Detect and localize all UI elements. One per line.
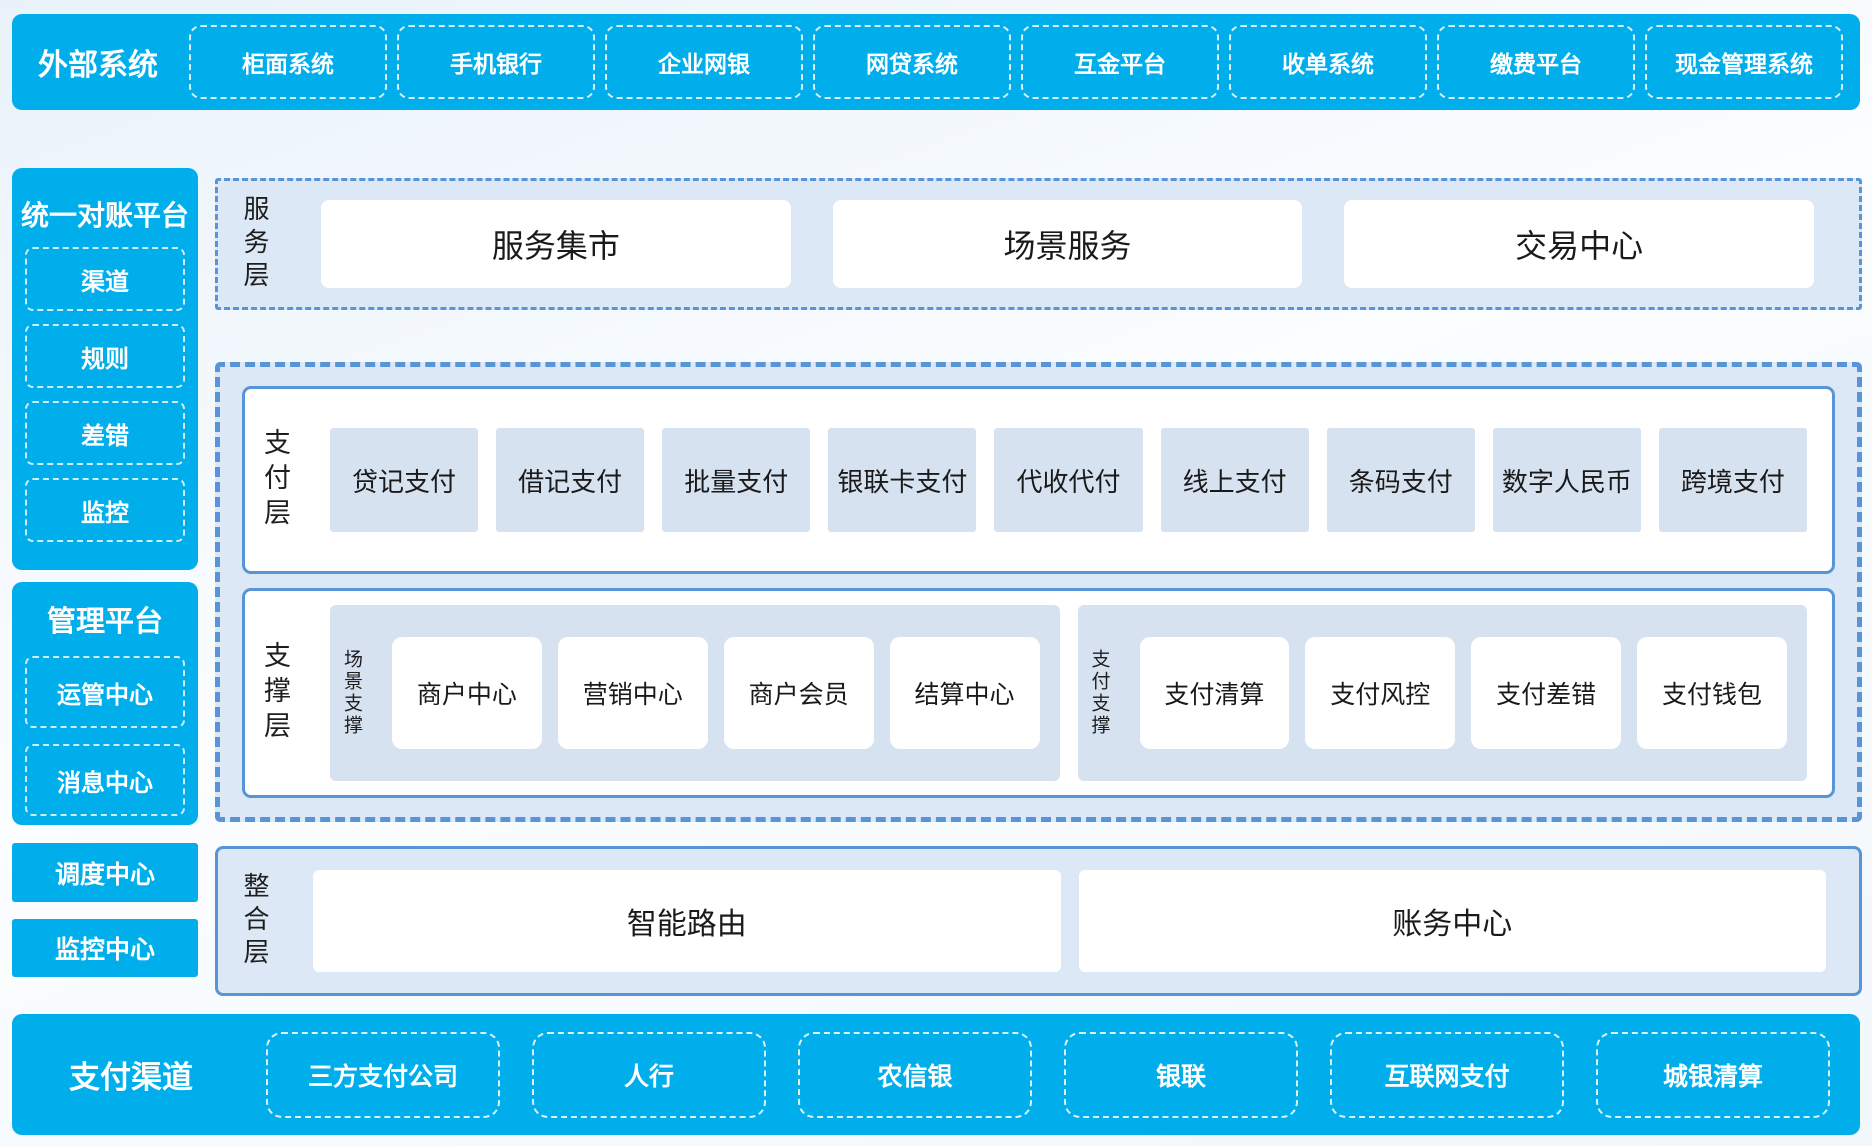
channel-city-bank-clearing: 城银清算: [1596, 1032, 1830, 1118]
channel-internet-payment: 互联网支付: [1330, 1032, 1564, 1118]
management-platform-panel: 管理平台 运管中心 消息中心: [12, 582, 198, 825]
payment-support-group: 支付支撑 支付清算 支付风控 支付差错 支付钱包: [1078, 605, 1808, 781]
support-item-marketing-center: 营销中心: [558, 637, 708, 749]
integration-layer: 整合层 智能路由 账务中心: [215, 846, 1862, 996]
payment-item-online: 线上支付: [1161, 428, 1309, 532]
service-layer: 服务层 服务集市 场景服务 交易中心: [215, 178, 1862, 310]
external-system-cash-management: 现金管理系统: [1645, 25, 1843, 99]
support-item-merchant-membership: 商户会员: [724, 637, 874, 749]
service-item-service-market: 服务集市: [321, 200, 791, 288]
support-item-payment-wallet: 支付钱包: [1637, 637, 1787, 749]
external-system-internet-finance: 互金平台: [1021, 25, 1219, 99]
external-system-fee-payment: 缴费平台: [1437, 25, 1635, 99]
integration-layer-label: 整合层: [242, 872, 304, 971]
external-system-corporate-ebank: 企业网银: [605, 25, 803, 99]
service-item-scenario-services: 场景服务: [833, 200, 1303, 288]
support-item-payment-errors: 支付差错: [1471, 637, 1621, 749]
payment-layer-label: 支付层: [261, 428, 321, 533]
scenario-support-group: 场景支撑 商户中心 营销中心 商户会员 结算中心: [330, 605, 1060, 781]
management-item-operations-center: 运管中心: [25, 656, 185, 728]
payment-item-debit: 借记支付: [496, 428, 644, 532]
management-platform-title: 管理平台: [12, 598, 198, 640]
channel-rural-credit-bank: 农信银: [798, 1032, 1032, 1118]
reconciliation-platform-title: 统一对账平台: [12, 194, 198, 234]
payment-support-label: 支付支撑: [1090, 649, 1132, 737]
channel-third-party-payment: 三方支付公司: [266, 1032, 500, 1118]
dispatch-center-box: 调度中心: [12, 843, 198, 902]
payment-item-unionpay-card: 银联卡支付: [828, 428, 976, 532]
service-item-transaction-center: 交易中心: [1344, 200, 1814, 288]
reconciliation-item-errors: 差错: [25, 401, 185, 465]
external-system-acquiring: 收单系统: [1229, 25, 1427, 99]
external-system-online-loan: 网贷系统: [813, 25, 1011, 99]
integration-item-accounting-center: 账务中心: [1079, 870, 1827, 972]
external-system-mobile-banking: 手机银行: [397, 25, 595, 99]
external-system-counter: 柜面系统: [189, 25, 387, 99]
external-systems-title: 外部系统: [12, 40, 184, 84]
management-item-message-center: 消息中心: [25, 744, 185, 816]
support-item-settlement-center: 结算中心: [890, 637, 1040, 749]
support-item-payment-risk-control: 支付风控: [1305, 637, 1455, 749]
payment-channels-bar: 支付渠道 三方支付公司 人行 农信银 银联 互联网支付 城银清算: [12, 1014, 1860, 1135]
payment-item-cross-border: 跨境支付: [1659, 428, 1807, 532]
payment-item-credit: 贷记支付: [330, 428, 478, 532]
support-layer-label: 支撑层: [261, 641, 321, 746]
monitoring-center-box: 监控中心: [12, 919, 198, 977]
payment-item-barcode: 条码支付: [1327, 428, 1475, 532]
reconciliation-item-monitoring: 监控: [25, 478, 185, 542]
integration-item-smart-routing: 智能路由: [313, 870, 1061, 972]
payment-item-batch: 批量支付: [662, 428, 810, 532]
scenario-support-label: 场景支撑: [342, 649, 384, 737]
payment-item-digital-rmb: 数字人民币: [1493, 428, 1641, 532]
reconciliation-item-rules: 规则: [25, 324, 185, 388]
payment-channels-title: 支付渠道: [12, 1052, 250, 1097]
payment-architecture-diagram: 外部系统 柜面系统 手机银行 企业网银 网贷系统 互金平台 收单系统 缴费平台 …: [0, 0, 1872, 1146]
external-systems-bar: 外部系统 柜面系统 手机银行 企业网银 网贷系统 互金平台 收单系统 缴费平台 …: [12, 14, 1860, 110]
reconciliation-item-channel: 渠道: [25, 247, 185, 311]
support-item-payment-clearing: 支付清算: [1140, 637, 1290, 749]
payment-support-container: 支付层 贷记支付 借记支付 批量支付 银联卡支付 代收代付 线上支付 条码支付 …: [215, 362, 1862, 822]
channel-pboc: 人行: [532, 1032, 766, 1118]
support-layer: 支撑层 场景支撑 商户中心 营销中心 商户会员 结算中心 支付支撑 支付清算 支…: [242, 588, 1835, 798]
payment-layer: 支付层 贷记支付 借记支付 批量支付 银联卡支付 代收代付 线上支付 条码支付 …: [242, 386, 1835, 574]
channel-unionpay: 银联: [1064, 1032, 1298, 1118]
service-layer-label: 服务层: [242, 195, 300, 294]
support-item-merchant-center: 商户中心: [392, 637, 542, 749]
payment-item-collection-agency: 代收代付: [994, 428, 1142, 532]
reconciliation-platform-panel: 统一对账平台 渠道 规则 差错 监控: [12, 168, 198, 570]
